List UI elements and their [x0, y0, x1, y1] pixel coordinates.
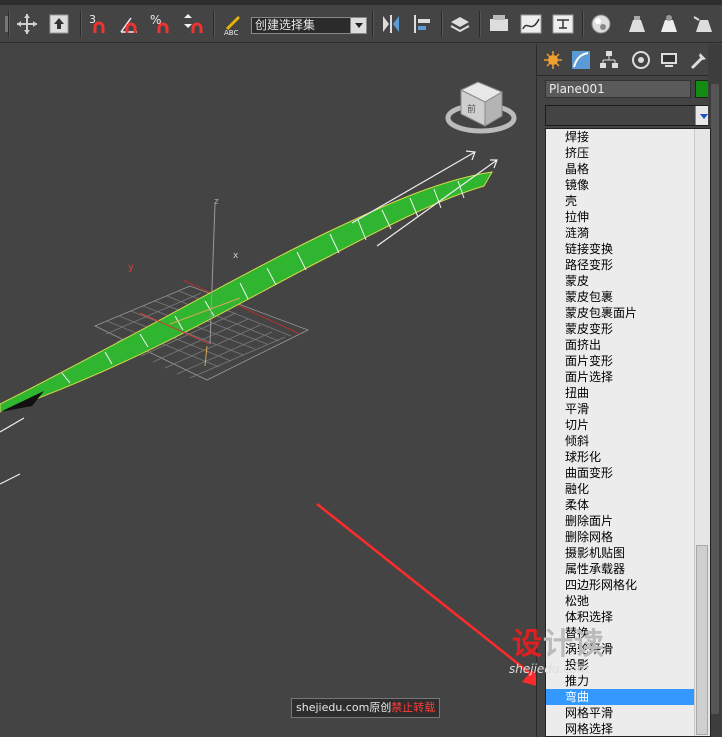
modifier-list-item[interactable]: 链接变换: [546, 241, 696, 257]
modifier-list-item[interactable]: 蒙皮包裹面片: [546, 305, 696, 321]
plane-object[interactable]: [0, 171, 493, 413]
modifier-list-scrollbar[interactable]: [694, 129, 710, 736]
curve-editor-icon[interactable]: [518, 11, 544, 37]
logo-rest: 计读: [543, 627, 605, 662]
modifier-list-item[interactable]: 蒙皮包裹: [546, 289, 696, 305]
object-name-field[interactable]: Plane001: [545, 80, 691, 98]
scrollbar-thumb[interactable]: [711, 84, 719, 714]
modifier-list-item[interactable]: 拉伸: [546, 209, 696, 225]
render-frame-icon[interactable]: [656, 11, 682, 37]
modifier-list-item[interactable]: 面挤出: [546, 337, 696, 353]
modifier-list-item[interactable]: 融化: [546, 481, 696, 497]
modifier-list-item[interactable]: 扭曲: [546, 385, 696, 401]
viewport-scene: z y x 前: [0, 81, 536, 686]
modifier-list-item[interactable]: 镜像: [546, 177, 696, 193]
toolbar-separator: [479, 11, 481, 37]
create-tab-icon[interactable]: [541, 48, 565, 72]
pointer-arrow: [316, 503, 536, 686]
modifier-list-item[interactable]: 面片变形: [546, 353, 696, 369]
modifier-list-item[interactable]: 体积选择: [546, 609, 696, 625]
angle-snap-icon[interactable]: [116, 11, 142, 37]
edit-named-selection-icon[interactable]: ABC: [219, 11, 245, 37]
percent-snap-icon[interactable]: %: [148, 11, 174, 37]
snap-toggle-icon[interactable]: 3: [86, 11, 112, 37]
scrollbar-thumb[interactable]: [696, 545, 708, 735]
align-icon[interactable]: [410, 11, 436, 37]
modifier-list-item[interactable]: 切片: [546, 417, 696, 433]
modifier-list-item[interactable]: 删除网格: [546, 529, 696, 545]
display-tab-icon[interactable]: [657, 48, 681, 72]
place-icon[interactable]: [46, 11, 72, 37]
watermark-label: shejiedu.com原创禁止转载: [291, 698, 441, 718]
render-production-icon[interactable]: [690, 11, 716, 37]
modifier-list-item[interactable]: 球形化: [546, 449, 696, 465]
axis-y-label: y: [128, 262, 134, 273]
modifier-list-item[interactable]: 挤压: [546, 145, 696, 161]
perspective-viewport[interactable]: z y x 前: [0, 44, 536, 737]
modifier-list-item[interactable]: 属性承载器: [546, 561, 696, 577]
chevron-down-icon[interactable]: [350, 18, 366, 33]
modifier-list-item[interactable]: 壳: [546, 193, 696, 209]
named-selection-dropdown[interactable]: 创建选择集: [251, 17, 367, 34]
scene-explorer-icon[interactable]: [486, 11, 512, 37]
axis-z-label: z: [214, 197, 219, 207]
mirror-icon[interactable]: [378, 11, 404, 37]
modifier-list-item[interactable]: 柔体: [546, 497, 696, 513]
modifier-list-item[interactable]: 删除面片: [546, 513, 696, 529]
home-grid: [94, 279, 310, 381]
modifier-list-item[interactable]: 倾斜: [546, 433, 696, 449]
toolbar-separator: [8, 11, 10, 37]
render-setup-icon[interactable]: [624, 11, 650, 37]
modifier-list-item[interactable]: 摄影机贴图: [546, 545, 696, 561]
modifier-list-item[interactable]: 松弛: [546, 593, 696, 609]
modifier-list-dropdown[interactable]: [545, 105, 713, 126]
toolbar-separator: [80, 11, 82, 37]
toolbar-separator: [372, 11, 374, 37]
modifier-list-item[interactable]: 涟漪: [546, 225, 696, 241]
modifier-list-item[interactable]: 蒙皮变形: [546, 321, 696, 337]
layer-manager-icon[interactable]: [447, 11, 473, 37]
toolbar-separator: [213, 11, 215, 37]
modifier-list-item[interactable]: 路径变形: [546, 257, 696, 273]
modifier-list-item[interactable]: 网格选择: [546, 721, 696, 736]
modifier-list-item[interactable]: 面片选择: [546, 369, 696, 385]
schematic-view-icon[interactable]: [550, 11, 576, 37]
modifier-list-item[interactable]: 焊接: [546, 129, 696, 145]
main-toolbar: 3 % ABC 创建选择集: [0, 5, 722, 43]
select-move-icon[interactable]: [14, 11, 40, 37]
hierarchy-tab-icon[interactable]: [597, 48, 621, 72]
svg-text:ABC: ABC: [224, 29, 238, 36]
spinner-snap-icon[interactable]: [180, 11, 206, 37]
modifier-list-item[interactable]: 四边形网格化: [546, 577, 696, 593]
axis-x-label: x: [233, 251, 239, 261]
named-selection-value: 创建选择集: [255, 18, 316, 32]
toolbar-separator: [441, 11, 443, 37]
viewcube-front-label: 前: [467, 103, 476, 115]
modifier-list-item[interactable]: 曲面变形: [546, 465, 696, 481]
logo-red-char: 设: [512, 627, 543, 662]
modifier-list-item[interactable]: 晶格: [546, 161, 696, 177]
modifier-list-item[interactable]: 蒙皮: [546, 273, 696, 289]
toolbar-separator: [582, 11, 584, 37]
motion-tab-icon[interactable]: [629, 48, 653, 72]
material-editor-icon[interactable]: [588, 11, 614, 37]
modify-tab-icon[interactable]: [569, 48, 593, 72]
viewcube[interactable]: 前: [445, 81, 517, 134]
logo-url: shejiedu.com: [509, 662, 589, 676]
modifier-list-item[interactable]: 平滑: [546, 401, 696, 417]
modifier-list-item[interactable]: 网格平滑: [546, 705, 696, 721]
watermark-site-text: shejiedu.com原创: [296, 701, 392, 714]
modifier-list-item[interactable]: 弯曲: [546, 689, 696, 705]
site-logo: 设计读 shejiedu.com: [509, 627, 605, 677]
tab-divider: [537, 75, 722, 76]
watermark-warning-text: 禁止转载: [391, 701, 436, 714]
